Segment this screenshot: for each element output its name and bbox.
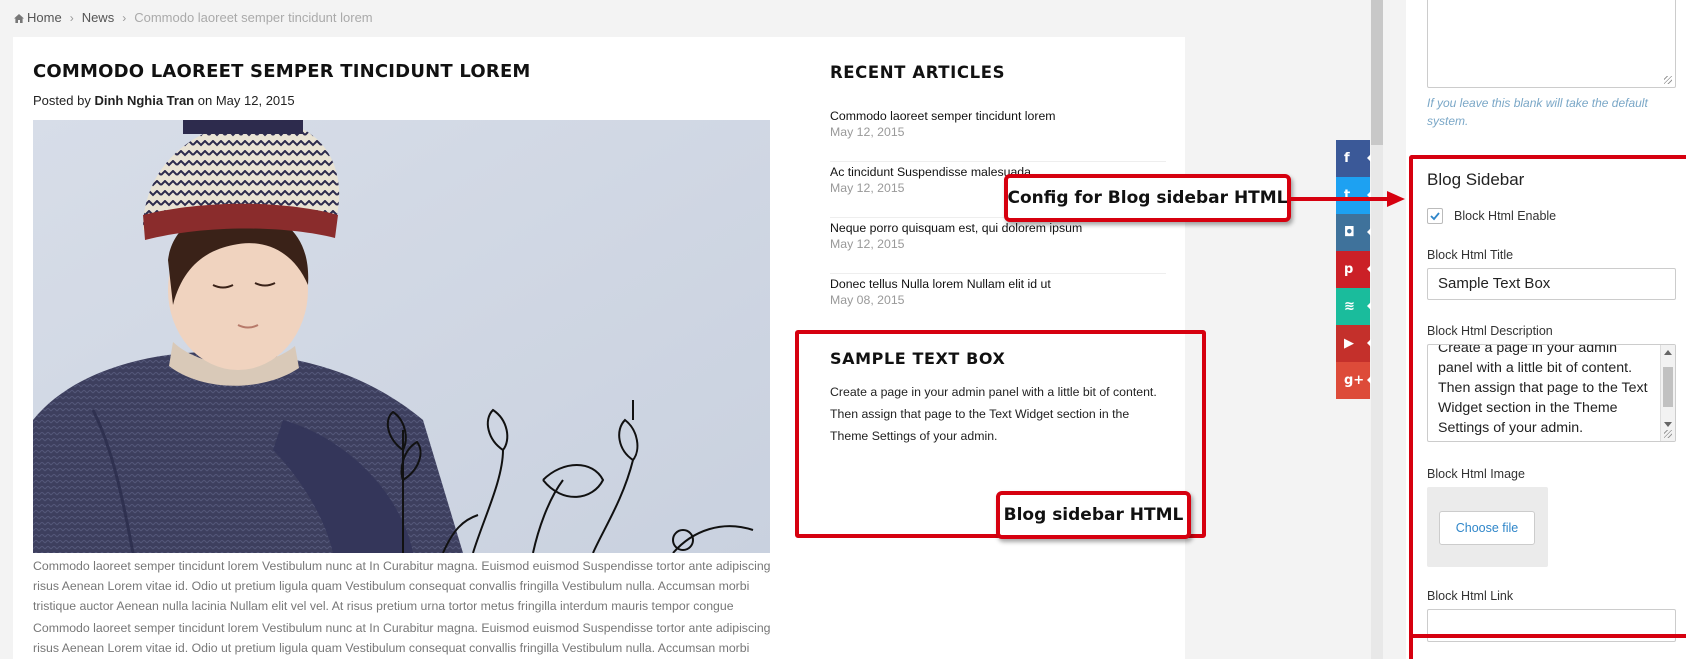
instagram-button[interactable]: ◘ (1336, 214, 1371, 251)
post-author[interactable]: Dinh Nghia Tran (94, 93, 194, 108)
recent-article-item[interactable]: Neque porro quisquam est, qui dolorem ip… (830, 218, 1166, 274)
page-scrollbar-thumb[interactable] (1371, 0, 1383, 145)
recent-article-date: May 12, 2015 (830, 237, 905, 251)
pinterest-button[interactable]: p (1336, 251, 1371, 288)
post-meta-on: on (197, 93, 213, 108)
google-plus-icon: g+ (1344, 373, 1365, 388)
instagram-icon: ◘ (1344, 225, 1355, 240)
default-hint: If you leave this blank will take the de… (1427, 96, 1648, 128)
callout-config: Config for Blog sidebar HTML (1004, 174, 1291, 222)
youtube-button[interactable]: ▶ (1336, 325, 1371, 362)
recent-article-title[interactable]: Neque porro quisquam est, qui dolorem ip… (830, 221, 1166, 235)
recent-article-date: May 12, 2015 (830, 125, 905, 139)
sample-text-box-body: Create a page in your admin panel with a… (830, 385, 1157, 443)
breadcrumb-separator: › (122, 11, 127, 25)
social-share-bar: f t ◘ p ≋ ▶ g+ (1336, 140, 1371, 399)
facebook-button[interactable]: f (1336, 140, 1371, 177)
youtube-icon: ▶ (1344, 336, 1354, 351)
recent-article-date: May 08, 2015 (830, 293, 905, 307)
breadcrumb-separator: › (69, 11, 74, 25)
post-featured-image (33, 120, 770, 553)
breadcrumb-home[interactable]: Home (27, 10, 62, 25)
previous-textarea[interactable] (1427, 0, 1676, 88)
sample-text-box-title: SAMPLE TEXT BOX (830, 349, 1006, 368)
post-paragraph: Commodo laoreet semper tincidunt lorem V… (33, 621, 771, 655)
post-paragraph: Commodo laoreet semper tincidunt lorem V… (33, 559, 771, 613)
blog-content: COMMODO LAOREET SEMPER TINCIDUNT LOREM P… (13, 37, 1206, 659)
google-plus-button[interactable]: g+ (1336, 362, 1371, 399)
home-icon (14, 14, 24, 23)
breadcrumb-current: Commodo laoreet semper tincidunt lorem (134, 10, 373, 25)
resize-grip-icon[interactable] (1664, 76, 1672, 84)
breadcrumb-news[interactable]: News (82, 10, 115, 25)
callout-arrow (1291, 191, 1405, 207)
recent-article-item[interactable]: Donec tellus Nulla lorem Nullam elit id … (830, 274, 1166, 330)
post-title: COMMODO LAOREET SEMPER TINCIDUNT LOREM (33, 61, 531, 82)
callout-blog-sidebar: Blog sidebar HTML (996, 491, 1191, 539)
config-highlight-bottom (1409, 634, 1686, 638)
recent-article-title[interactable]: Donec tellus Nulla lorem Nullam elit id … (830, 277, 1166, 291)
post-meta: Posted by Dinh Nghia Tran on May 12, 201… (33, 93, 295, 108)
recent-articles-title: RECENT ARTICLES (830, 63, 1006, 82)
post-date: May 12, 2015 (215, 93, 295, 108)
recent-article-item[interactable]: Commodo laoreet semper tincidunt lorem M… (830, 106, 1166, 162)
breadcrumb: Home › News › Commodo laoreet semper tincidu… (14, 10, 373, 25)
recent-article-title[interactable]: Commodo laoreet semper tincidunt lorem (830, 109, 1166, 123)
rss-button[interactable]: ≋ (1336, 288, 1371, 325)
config-highlight (1409, 155, 1686, 659)
rss-icon: ≋ (1344, 299, 1355, 314)
post-meta-prefix: Posted by (33, 93, 91, 108)
facebook-icon: f (1344, 151, 1350, 166)
page: Home › News › Commodo laoreet semper tincidu… (0, 0, 1686, 659)
post-body: Commodo laoreet semper tincidunt lorem V… (33, 556, 773, 659)
pinterest-icon: p (1344, 262, 1354, 277)
